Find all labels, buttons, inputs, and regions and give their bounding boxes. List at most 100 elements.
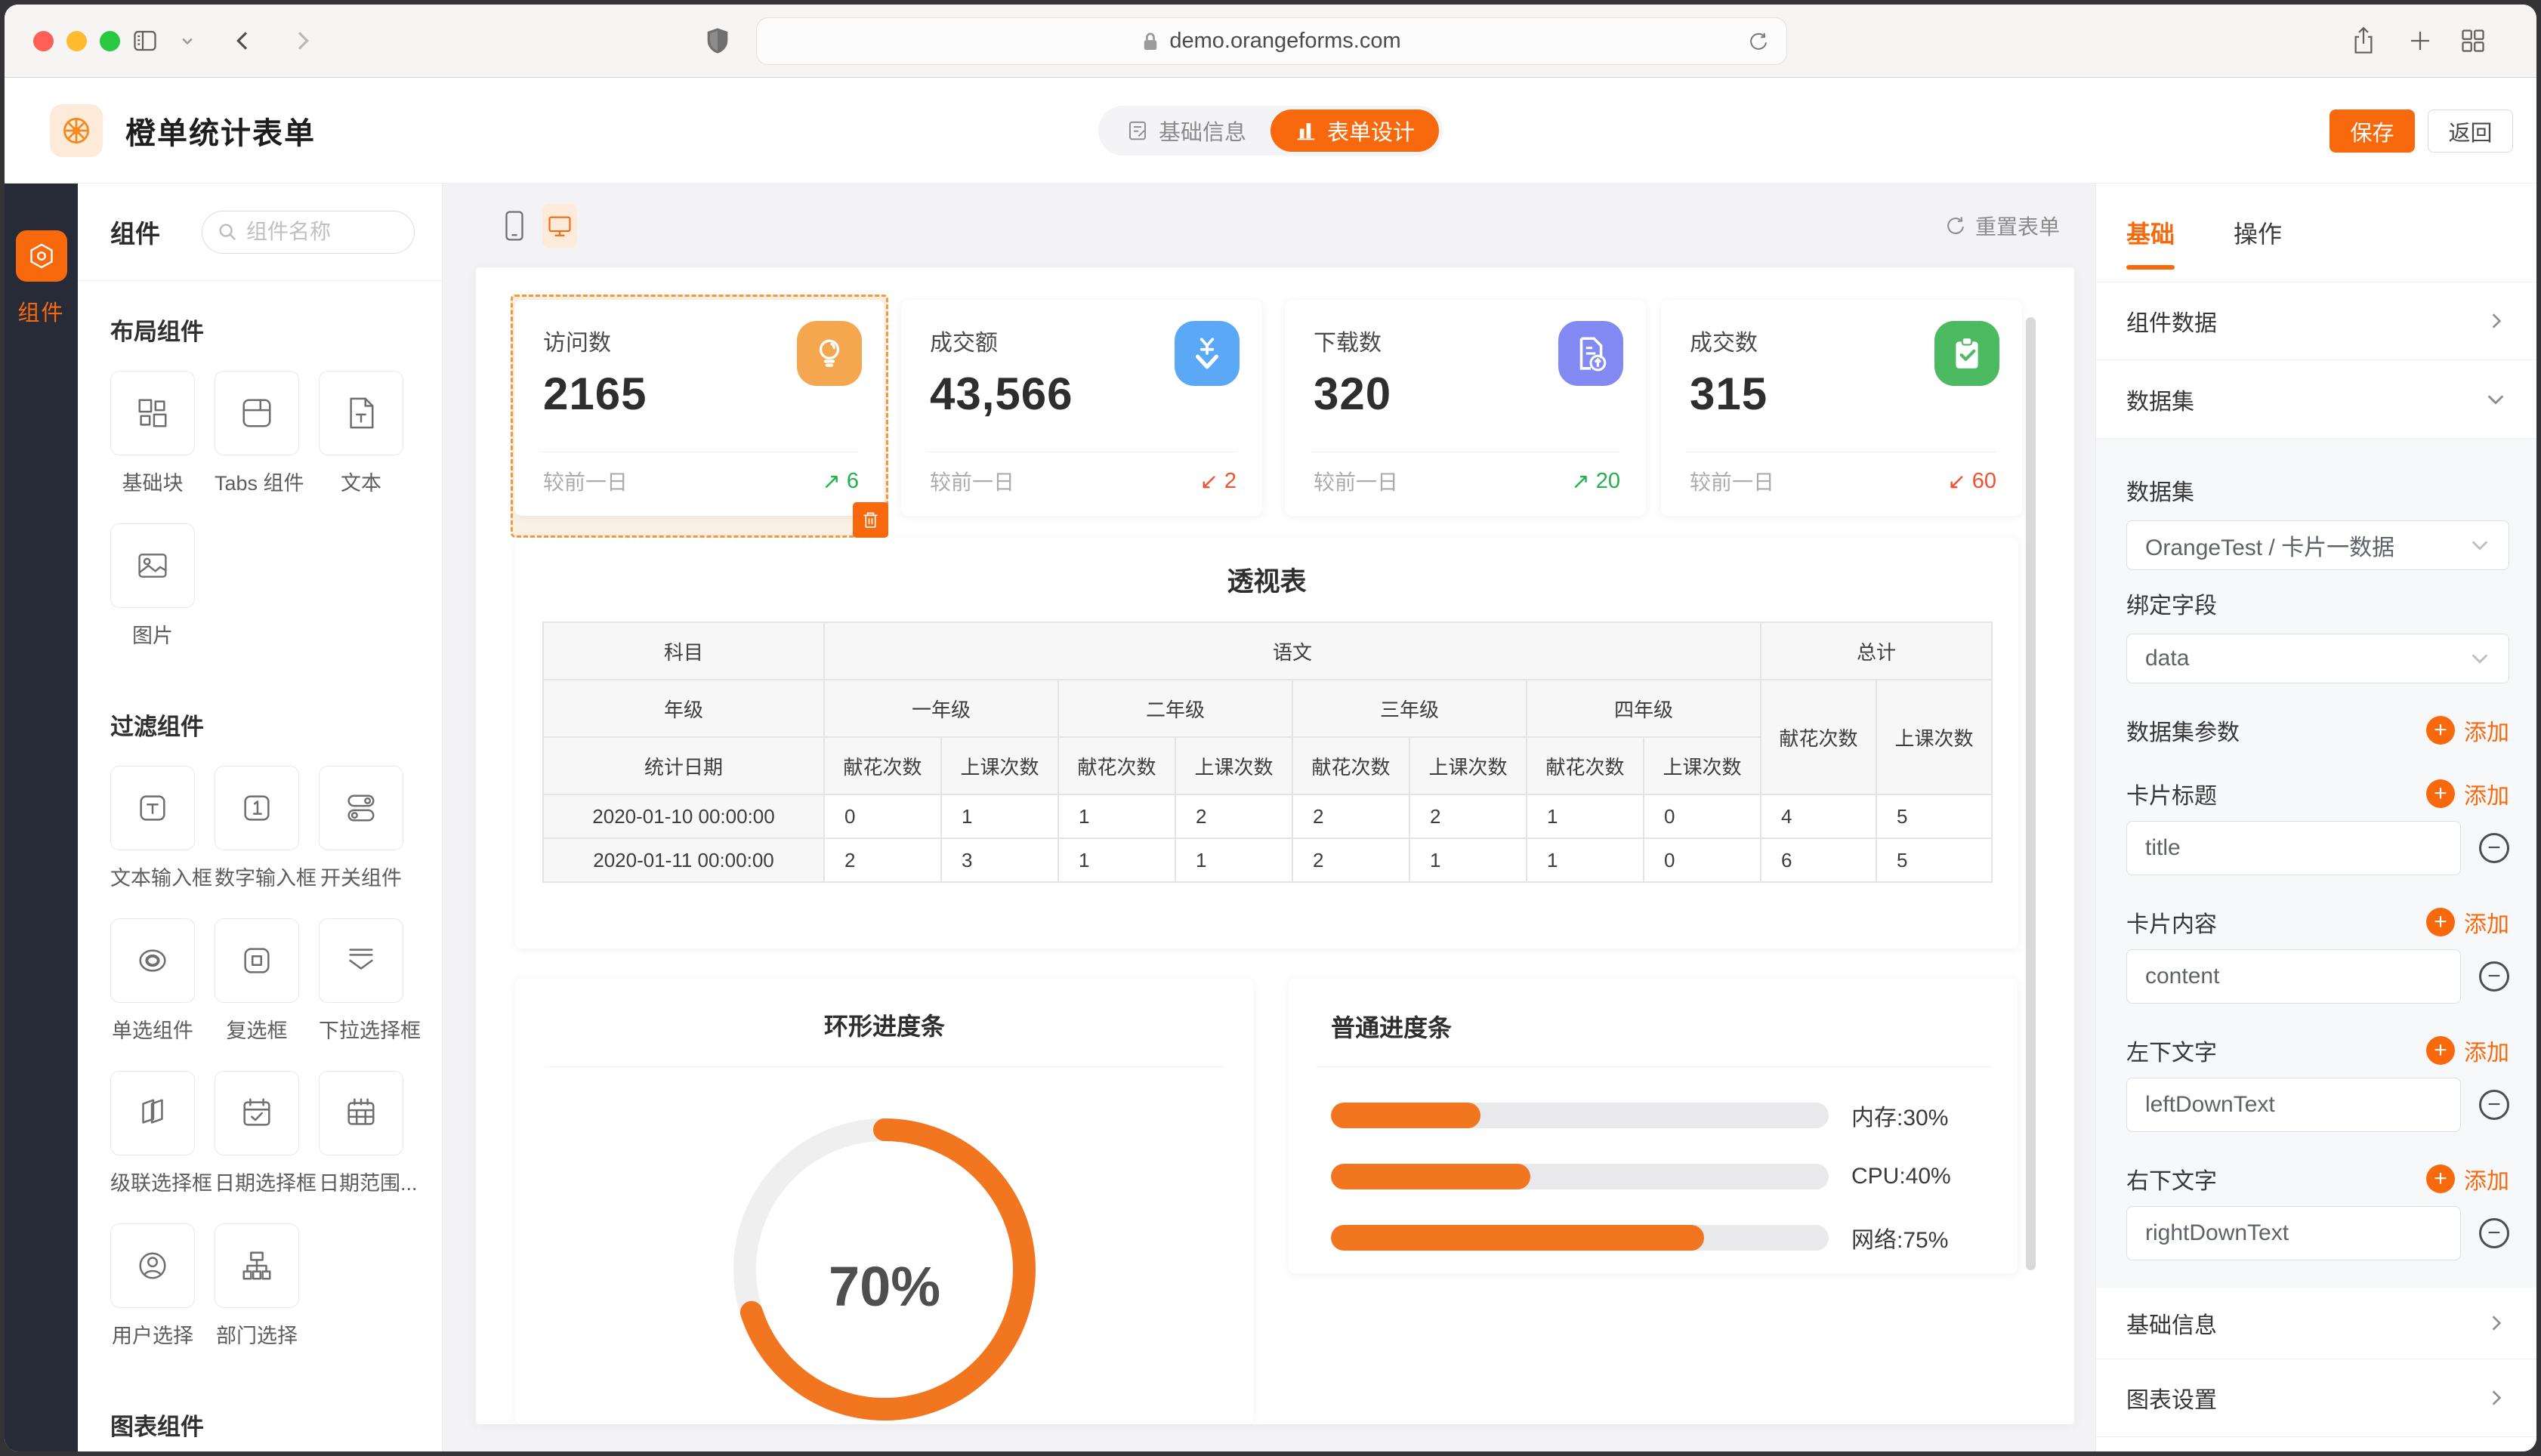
input-leftDownText[interactable] [2126, 1078, 2461, 1132]
add-卡片内容-button[interactable]: +添加 [2426, 905, 2509, 939]
component-item-date[interactable]: 日期选择框 [215, 1071, 299, 1196]
progress-label: 网络:75% [1851, 1221, 1987, 1254]
selected-widget-outline[interactable]: 访问数2165较前一日↗6 [511, 295, 888, 538]
properties-tab-操作[interactable]: 操作 [2234, 215, 2282, 250]
design-canvas: 重置表单 访问数2165较前一日↗6成交额43,566较前一日↙2下载数320较… [443, 184, 2095, 1451]
shield-icon[interactable] [705, 26, 730, 55]
rail-item-components[interactable] [16, 230, 67, 282]
share-icon[interactable] [2350, 26, 2377, 56]
pivot-value-cell: 1 [1058, 838, 1175, 882]
stat-card-4[interactable]: 成交数315较前一日↙60 [1661, 300, 2022, 516]
input-content[interactable] [2126, 949, 2461, 1004]
sidebar-toggle-icon[interactable] [131, 27, 159, 54]
remove-field-button[interactable]: − [2479, 833, 2509, 863]
tab-form-design[interactable]: 表单设计 [1270, 110, 1439, 152]
panel-group-row-基础信息[interactable]: 基础信息 [2096, 1288, 2536, 1359]
reset-form-button[interactable]: 重置表单 [1945, 211, 2060, 241]
progress-label: 内存:30% [1851, 1099, 1987, 1132]
input-title[interactable] [2126, 821, 2461, 875]
add-左下文字-button[interactable]: +添加 [2426, 1034, 2509, 1067]
component-item-label: 数字输入框 [215, 862, 299, 891]
field-label: 数据集 [2126, 474, 2509, 507]
progress-bars-card[interactable]: 普通进度条 内存:30%CPU:40%网络:75% [1289, 979, 2018, 1273]
select-数据集[interactable]: OrangeTest / 卡片一数据 [2126, 520, 2509, 570]
properties-tab-基础[interactable]: 基础 [2126, 215, 2175, 250]
mobile-preview-button[interactable] [497, 204, 532, 248]
tab-overview-icon[interactable] [2459, 27, 2487, 54]
panel-group-row-图表设置[interactable]: 图表设置 [2096, 1359, 2536, 1437]
pivot-header-cell: 三年级 [1292, 680, 1527, 737]
dept-icon [239, 1248, 274, 1283]
close-window-button[interactable] [33, 31, 54, 51]
stat-card-3[interactable]: 下载数320较前一日↗20 [1285, 300, 1646, 516]
component-item-date-range[interactable]: 日期范围... [319, 1071, 403, 1196]
tab-basic-info[interactable]: 基础信息 [1102, 110, 1270, 152]
pivot-value-cell: 1 [1058, 794, 1175, 838]
component-item-dropdown[interactable]: 下拉选择框 [319, 918, 403, 1044]
delete-widget-button[interactable] [853, 502, 888, 538]
minimize-window-button[interactable] [66, 31, 87, 51]
forward-button[interactable] [290, 29, 314, 53]
pivot-table: 科目语文总计年级一年级二年级三年级四年级献花次数上课次数统计日期献花次数上课次数… [542, 622, 1993, 883]
reload-icon[interactable] [1747, 30, 1770, 53]
select-value: data [2145, 646, 2189, 671]
remove-field-button[interactable]: − [2479, 961, 2509, 992]
text-doc-icon [345, 396, 377, 430]
yen-down-icon [1175, 321, 1240, 386]
pivot-value-cell: 0 [824, 794, 941, 838]
address-bar[interactable]: demo.orangeforms.com [756, 17, 1787, 65]
component-item-text-input[interactable]: 文本输入框 [110, 766, 195, 891]
component-item-image[interactable]: 图片 [110, 523, 195, 649]
component-search[interactable] [202, 211, 415, 254]
chevron-right-icon [2487, 1388, 2506, 1408]
add-右下文字-button[interactable]: +添加 [2426, 1162, 2509, 1195]
panel-section-title: 过滤组件 [110, 708, 442, 742]
search-icon [218, 222, 237, 242]
chevron-down-icon[interactable] [180, 33, 195, 48]
component-item-number-input[interactable]: 数字输入框 [215, 766, 299, 891]
form-page: 访问数2165较前一日↗6成交额43,566较前一日↙2下载数320较前一日↗2… [476, 267, 2074, 1424]
new-tab-icon[interactable] [2407, 27, 2434, 54]
dataset-settings-section: 数据集OrangeTest / 卡片一数据绑定字段data数据集参数+添加卡片标… [2096, 439, 2536, 1288]
search-input[interactable] [246, 220, 375, 244]
remove-field-button[interactable]: − [2479, 1218, 2509, 1248]
component-item-tabs[interactable]: Tabs 组件 [215, 371, 299, 496]
panel-group-row-数据集[interactable]: 数据集 [2096, 360, 2536, 439]
component-item-radio[interactable]: 单选组件 [110, 918, 195, 1044]
component-grid: 基础块Tabs 组件文本图片 [110, 371, 412, 676]
stat-card-trend: ↙2 [1200, 468, 1237, 495]
component-item-text-doc[interactable]: 文本 [319, 371, 403, 496]
plus-circle-icon: + [2426, 1036, 2455, 1065]
save-button[interactable]: 保存 [2330, 110, 2415, 153]
pivot-value-cell: 2 [1292, 838, 1409, 882]
zoom-window-button[interactable] [100, 31, 120, 51]
progress-fill [1331, 1103, 1480, 1128]
add-卡片标题-button[interactable]: +添加 [2426, 777, 2509, 810]
desktop-preview-button[interactable] [542, 204, 577, 248]
trend-down-arrow-icon: ↙ [1947, 468, 1965, 495]
component-item-switch[interactable]: 开关组件 [319, 766, 403, 891]
canvas-scrollbar[interactable] [2026, 317, 2036, 1270]
back-to-list-button[interactable]: 返回 [2428, 110, 2513, 153]
stat-card-title: 成交额 [930, 324, 998, 357]
component-item-user[interactable]: 用户选择 [110, 1223, 195, 1349]
back-button[interactable] [231, 29, 255, 53]
ring-progress-card[interactable]: 环形进度条 70% [515, 979, 1254, 1424]
pivot-value-cell: 5 [1876, 838, 1992, 882]
chevron-right-icon [2487, 311, 2506, 331]
component-item-checkbox[interactable]: 复选框 [215, 918, 299, 1044]
component-item-blocks[interactable]: 基础块 [110, 371, 195, 496]
stat-card-2[interactable]: 成交额43,566较前一日↙2 [901, 300, 1262, 516]
component-item-cascade[interactable]: 级联选择框 [110, 1071, 195, 1196]
stat-card-1[interactable]: 访问数2165较前一日↗6 [514, 300, 885, 516]
input-rightDownText[interactable] [2126, 1206, 2461, 1260]
remove-field-button[interactable]: − [2479, 1090, 2509, 1120]
stat-card-compare-label: 较前一日 [543, 466, 628, 496]
component-item-dept[interactable]: 部门选择 [215, 1223, 299, 1349]
stat-card-value: 320 [1314, 368, 1391, 420]
panel-group-row-组件数据[interactable]: 组件数据 [2096, 282, 2536, 360]
pivot-table-card[interactable]: 透视表 科目语文总计年级一年级二年级三年级四年级献花次数上课次数统计日期献花次数… [515, 538, 2018, 949]
select-绑定字段[interactable]: data [2126, 634, 2509, 683]
add-数据集参数-button[interactable]: +添加 [2426, 714, 2509, 747]
component-panel: 组件 布局组件基础块Tabs 组件文本图片过滤组件文本输入框数字输入框开关组件单… [78, 184, 443, 1451]
